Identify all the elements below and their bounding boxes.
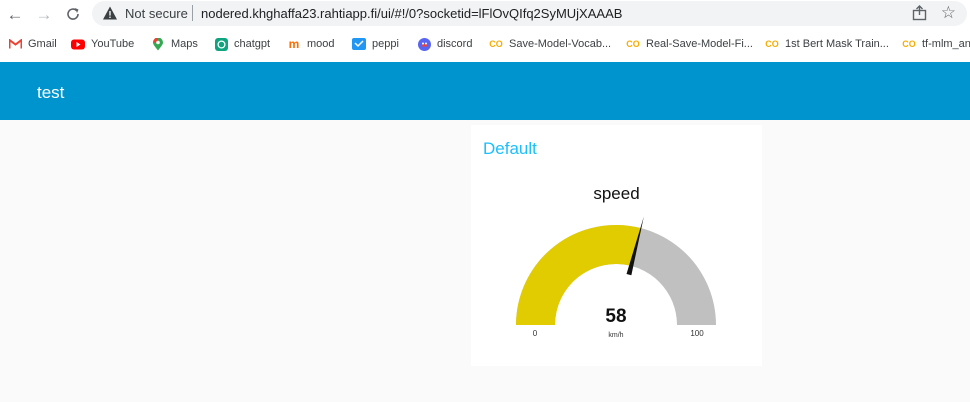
bookmark-label: mood [307,38,335,50]
bookmarks-bar: Gmail YouTube Maps chatgpt m mood peppi … [0,34,970,54]
youtube-icon [71,38,85,50]
bookmark-colab-3[interactable]: CO 1st Bert Mask Train... [765,36,889,52]
url-text[interactable]: nodered.khghaffa23.rahtiapp.fi/ui/#!/0?s… [201,6,622,21]
bookmark-gmail[interactable]: Gmail [8,36,57,52]
bookmark-label: chatgpt [234,38,271,50]
warning-icon[interactable] [102,5,118,21]
gauge-units: km/h [608,332,623,339]
colab-icon: CO [765,38,779,49]
bookmark-chatgpt[interactable]: chatgpt [214,36,270,52]
discord-icon [417,37,431,51]
colab-icon: CO [489,38,503,49]
bookmark-discord[interactable]: discord [417,36,472,52]
bookmark-label: Gmail [28,38,57,50]
gauge-max-label: 100 [690,329,704,338]
bookmark-colab-4[interactable]: CO tf-mlm_an [902,36,970,52]
bookmark-label: Save-Model-Vocab... [509,38,612,50]
chatgpt-icon [214,37,228,51]
bookmark-label: 1st Bert Mask Train... [785,38,889,50]
share-icon[interactable] [911,4,929,22]
maps-icon [151,37,165,50]
gauge-group-card: Default speed 58 km/h 0 100 [471,125,762,366]
bookmark-label: tf-mlm_an [922,38,970,50]
bookmark-label: YouTube [91,38,135,50]
forward-arrow-icon[interactable]: → [32,2,56,26]
bookmark-star-icon[interactable]: ☆ [941,3,956,23]
bookmark-label: peppi [372,38,399,50]
dashboard-title: test [37,83,65,102]
dashboard-header: test [0,62,970,120]
browser-toolbar: ← → Not secure nodered.khghaffa23.rahtia… [0,0,970,28]
peppi-icon [352,38,366,50]
gauge-min-label: 0 [533,329,538,338]
colab-icon: CO [626,38,640,49]
bookmark-label: Real-Save-Model-Fi... [646,38,753,50]
address-divider [192,5,193,21]
reload-icon[interactable] [61,2,85,26]
colab-icon: CO [902,38,916,49]
speed-gauge: 58 km/h 0 100 [516,216,716,339]
browser-chrome: ← → Not secure nodered.khghaffa23.rahtia… [0,0,970,62]
gauge-value: 58 [605,306,626,327]
mood-icon: m [288,37,300,51]
address-bar[interactable]: Not secure nodered.khghaffa23.rahtiapp.f… [92,1,967,26]
bookmark-maps[interactable]: Maps [151,36,198,52]
bookmark-label: discord [437,38,473,50]
bookmark-label: Maps [171,38,198,50]
bookmark-colab-2[interactable]: CO Real-Save-Model-Fi... [626,36,753,52]
security-label[interactable]: Not secure [125,6,188,21]
bookmark-colab-1[interactable]: CO Save-Model-Vocab... [489,36,611,52]
bookmark-peppi[interactable]: peppi [352,36,399,52]
bookmark-youtube[interactable]: YouTube [71,36,134,52]
back-arrow-icon[interactable]: ← [3,2,27,26]
gmail-icon [8,38,22,50]
bookmark-mood[interactable]: m mood [287,36,335,52]
